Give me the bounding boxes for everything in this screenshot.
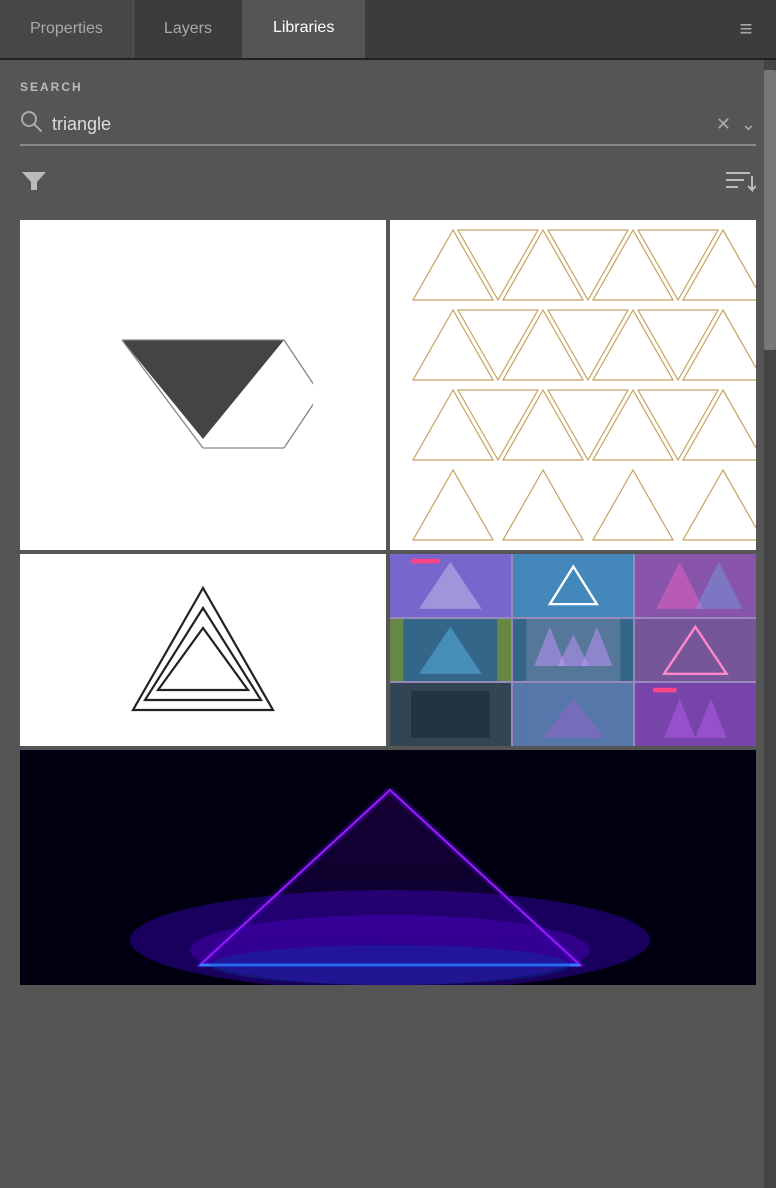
collage-cell-3 [635,554,756,617]
scrollbar-thumb[interactable] [764,70,776,350]
tab-bar: Properties Layers Libraries ≡ [0,0,776,60]
collage-cell-8 [513,683,634,746]
collage-cell-2 [513,554,634,617]
result-item-3[interactable] [20,554,386,746]
tab-properties[interactable]: Properties [0,0,134,58]
filter-button[interactable] [20,166,48,200]
collage-cell-9 [635,683,756,746]
main-content: SEARCH ✕ ⌄ [0,60,776,1188]
tab-properties-label: Properties [30,20,103,38]
result-item-4[interactable] [390,554,756,746]
scrollbar[interactable] [764,60,776,1188]
bottom-results-row [20,554,756,746]
collage-cell-4 [390,619,511,682]
hamburger-icon: ≡ [740,16,753,42]
search-icon [20,110,42,138]
tab-layers[interactable]: Layers [134,0,243,58]
search-clear-button[interactable]: ✕ [716,114,731,135]
tab-layers-label: Layers [164,20,212,38]
menu-button[interactable]: ≡ [716,0,776,58]
filter-row [20,166,756,200]
search-chevron-icon[interactable]: ⌄ [741,114,756,135]
search-input[interactable] [52,114,706,135]
result-item-1[interactable] [20,220,386,550]
collage-cell-7 [390,683,511,746]
tab-spacer [365,0,716,58]
sort-button[interactable] [724,166,756,200]
collage-cell-5 [513,619,634,682]
result-item-5[interactable] [20,750,756,985]
collage-cell-6 [635,619,756,682]
collage-cell-1 [390,554,511,617]
result-item-2[interactable] [390,220,756,550]
tab-libraries-label: Libraries [273,19,334,37]
search-bar: ✕ ⌄ [20,110,756,146]
tab-libraries[interactable]: Libraries [243,0,365,58]
results-grid [20,220,756,550]
search-section-label: SEARCH [20,80,756,94]
